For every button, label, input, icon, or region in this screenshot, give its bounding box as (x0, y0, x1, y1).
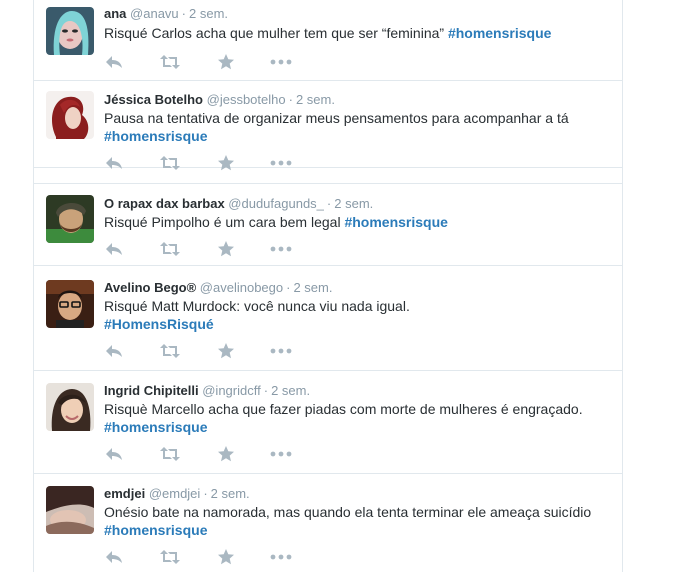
separator: · (181, 6, 186, 21)
user-name[interactable]: ana (104, 6, 126, 21)
favorite-icon[interactable] (216, 155, 236, 171)
tweet-time[interactable]: 2 sem. (293, 280, 332, 295)
tweet-body: Risqué Carlos acha que mulher tem que se… (104, 25, 448, 41)
tweet-header: Ingrid Chipitelli @ingridcff · 2 sem. (104, 383, 310, 399)
tweet-time[interactable]: 2 sem. (334, 196, 373, 211)
tweet-text: Pausa na tentativa de organizar meus pen… (104, 109, 609, 145)
tweet-item[interactable]: Ingrid Chipitelli @ingridcff · 2 sem. Risq… (34, 371, 622, 474)
retweet-icon[interactable] (160, 54, 180, 70)
separator: · (288, 92, 293, 107)
reply-icon[interactable] (104, 241, 124, 257)
more-icon[interactable] (270, 343, 292, 359)
reply-icon[interactable] (104, 446, 124, 462)
hashtag-link[interactable]: #HomensRisqué (104, 316, 214, 332)
tweet-time[interactable]: 2 sem. (211, 486, 250, 501)
tweet-text: Risqué Matt Murdock: você nunca viu nada… (104, 297, 609, 333)
tweet-header: O rapax dax barbax @dudufagunds_ · 2 sem. (104, 196, 373, 212)
favorite-icon[interactable] (216, 446, 236, 462)
tweet-header: emdjei @emdjei · 2 sem. (104, 486, 250, 502)
avatar[interactable] (46, 280, 94, 328)
avatar[interactable] (46, 195, 94, 243)
tweet-text: Risqué Carlos acha que mulher tem que se… (104, 24, 609, 42)
separator: · (263, 383, 269, 398)
hashtag-link[interactable]: #homensrisque (104, 522, 207, 538)
avatar[interactable] (46, 486, 94, 534)
favorite-icon[interactable] (216, 54, 236, 70)
tweet-time[interactable]: 2 sem. (296, 92, 335, 107)
tweet-body: Onésio bate na namorada, mas quando ela … (104, 504, 592, 520)
tweet-body: Risquè Marcello acha que fazer piadas co… (104, 401, 583, 417)
reply-icon[interactable] (104, 155, 124, 171)
tweet-text: Onésio bate na namorada, mas quando ela … (104, 503, 609, 539)
favorite-icon[interactable] (216, 549, 236, 565)
hashtag-link[interactable]: #homensrisque (344, 214, 447, 230)
timeline: ana @anavu · 2 sem. Risqué Carlos acha que… (33, 0, 623, 572)
more-icon[interactable] (270, 241, 292, 257)
tweet-item[interactable]: Avelino Bego® @avelinobego · 2 sem. Risqué… (34, 266, 622, 371)
user-handle[interactable]: @avelinobego (200, 280, 283, 295)
user-name[interactable]: Ingrid Chipitelli (104, 383, 199, 398)
hashtag-link[interactable]: #homensrisque (104, 419, 207, 435)
more-icon[interactable] (270, 446, 292, 462)
separator: · (326, 196, 332, 211)
hashtag-link[interactable]: #homensrisque (104, 128, 207, 144)
tweet-body: Risqué Matt Murdock: você nunca viu nada… (104, 298, 410, 314)
user-name[interactable]: Avelino Bego® (104, 280, 196, 295)
user-handle[interactable]: @dudufagunds_ (228, 196, 324, 211)
reply-icon[interactable] (104, 343, 124, 359)
retweet-icon[interactable] (160, 343, 180, 359)
tweet-header: Avelino Bego® @avelinobego · 2 sem. (104, 280, 332, 296)
user-name[interactable]: Jéssica Botelho (104, 92, 203, 107)
avatar[interactable] (46, 7, 94, 55)
user-handle[interactable]: @anavu (130, 6, 179, 21)
tweet-item[interactable]: emdjei @emdjei · 2 sem. Onésio bate na nam… (34, 474, 622, 572)
user-handle[interactable]: @ingridcff (202, 383, 260, 398)
more-icon[interactable] (270, 155, 292, 171)
tweet-time[interactable]: 2 sem. (189, 6, 228, 21)
tweet-item[interactable]: ana @anavu · 2 sem. Risqué Carlos acha que… (34, 0, 622, 81)
tweet-item[interactable]: Jéssica Botelho @jessbotelho · 2 sem. Paus… (34, 81, 622, 171)
retweet-icon[interactable] (160, 446, 180, 462)
tweet-text: Risquè Marcello acha que fazer piadas co… (104, 400, 609, 436)
retweet-icon[interactable] (160, 241, 180, 257)
tweet-body: Risqué Pimpolho é um cara bem legal (104, 214, 345, 230)
reply-icon[interactable] (104, 549, 124, 565)
separator: · (286, 280, 291, 295)
hashtag-link[interactable]: #homensrisque (448, 25, 551, 41)
favorite-icon[interactable] (216, 241, 236, 257)
favorite-icon[interactable] (216, 343, 236, 359)
tweet-header: Jéssica Botelho @jessbotelho · 2 sem. (104, 92, 335, 108)
retweet-icon[interactable] (160, 549, 180, 565)
tweet-header: ana @anavu · 2 sem. (104, 6, 228, 22)
tweet-time[interactable]: 2 sem. (271, 383, 310, 398)
tweet-text: Risqué Pimpolho é um cara bem legal #hom… (104, 213, 609, 231)
tweet-item[interactable]: O rapax dax barbax @dudufagunds_ · 2 sem. … (34, 183, 622, 266)
more-icon[interactable] (270, 549, 292, 565)
user-name[interactable]: emdjei (104, 486, 145, 501)
tweet-body: Pausa na tentativa de organizar meus pen… (104, 110, 569, 126)
retweet-icon[interactable] (160, 155, 180, 171)
user-name[interactable]: O rapax dax barbax (104, 196, 225, 211)
reply-icon[interactable] (104, 54, 124, 70)
avatar[interactable] (46, 91, 94, 139)
user-handle[interactable]: @jessbotelho (207, 92, 286, 107)
more-icon[interactable] (270, 54, 292, 70)
user-handle[interactable]: @emdjei (149, 486, 201, 501)
separator: · (203, 486, 208, 501)
avatar[interactable] (46, 383, 94, 431)
